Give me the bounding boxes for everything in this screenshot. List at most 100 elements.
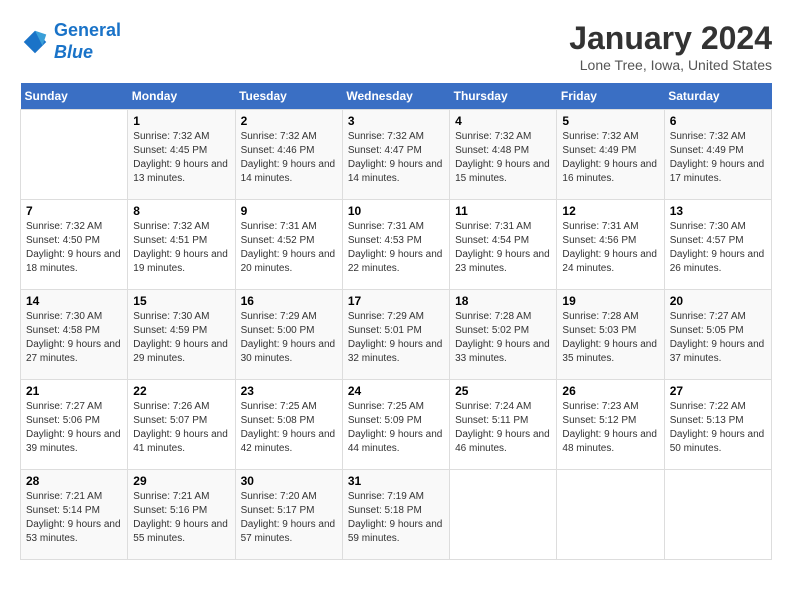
- sunrise-text: Sunrise: 7:21 AM: [133, 490, 229, 504]
- daylight-text: Daylight: 9 hours and 27 minutes.: [26, 338, 122, 366]
- day-number: 11: [455, 204, 551, 218]
- sunrise-text: Sunrise: 7:19 AM: [348, 490, 444, 504]
- calendar-cell: [557, 470, 664, 560]
- daylight-text: Daylight: 9 hours and 37 minutes.: [670, 338, 766, 366]
- day-number: 22: [133, 384, 229, 398]
- sunset-text: Sunset: 5:13 PM: [670, 414, 766, 428]
- day-info: Sunrise: 7:30 AM Sunset: 4:58 PM Dayligh…: [26, 310, 122, 366]
- weekday-header-monday: Monday: [128, 83, 235, 110]
- sunrise-text: Sunrise: 7:32 AM: [455, 130, 551, 144]
- day-info: Sunrise: 7:26 AM Sunset: 5:07 PM Dayligh…: [133, 400, 229, 456]
- day-info: Sunrise: 7:21 AM Sunset: 5:14 PM Dayligh…: [26, 490, 122, 546]
- sunrise-text: Sunrise: 7:26 AM: [133, 400, 229, 414]
- calendar-cell: 15 Sunrise: 7:30 AM Sunset: 4:59 PM Dayl…: [128, 290, 235, 380]
- day-info: Sunrise: 7:30 AM Sunset: 4:59 PM Dayligh…: [133, 310, 229, 366]
- logo-text: General Blue: [54, 20, 121, 63]
- day-number: 3: [348, 114, 444, 128]
- day-number: 29: [133, 474, 229, 488]
- day-number: 8: [133, 204, 229, 218]
- calendar-table: SundayMondayTuesdayWednesdayThursdayFrid…: [20, 83, 772, 560]
- day-number: 31: [348, 474, 444, 488]
- calendar-cell: 10 Sunrise: 7:31 AM Sunset: 4:53 PM Dayl…: [342, 200, 449, 290]
- sunset-text: Sunset: 5:00 PM: [241, 324, 337, 338]
- sunset-text: Sunset: 4:49 PM: [670, 144, 766, 158]
- sunset-text: Sunset: 4:52 PM: [241, 234, 337, 248]
- logo-line1: General: [54, 20, 121, 40]
- daylight-text: Daylight: 9 hours and 53 minutes.: [26, 518, 122, 546]
- calendar-cell: 8 Sunrise: 7:32 AM Sunset: 4:51 PM Dayli…: [128, 200, 235, 290]
- calendar-cell: 25 Sunrise: 7:24 AM Sunset: 5:11 PM Dayl…: [450, 380, 557, 470]
- sunset-text: Sunset: 5:06 PM: [26, 414, 122, 428]
- day-info: Sunrise: 7:32 AM Sunset: 4:50 PM Dayligh…: [26, 220, 122, 276]
- sunset-text: Sunset: 5:12 PM: [562, 414, 658, 428]
- sunrise-text: Sunrise: 7:30 AM: [26, 310, 122, 324]
- daylight-text: Daylight: 9 hours and 48 minutes.: [562, 428, 658, 456]
- calendar-cell: 17 Sunrise: 7:29 AM Sunset: 5:01 PM Dayl…: [342, 290, 449, 380]
- sunrise-text: Sunrise: 7:28 AM: [562, 310, 658, 324]
- weekday-header-thursday: Thursday: [450, 83, 557, 110]
- calendar-cell: 7 Sunrise: 7:32 AM Sunset: 4:50 PM Dayli…: [21, 200, 128, 290]
- calendar-cell: 16 Sunrise: 7:29 AM Sunset: 5:00 PM Dayl…: [235, 290, 342, 380]
- calendar-cell: 31 Sunrise: 7:19 AM Sunset: 5:18 PM Dayl…: [342, 470, 449, 560]
- logo-icon: [20, 27, 50, 57]
- daylight-text: Daylight: 9 hours and 23 minutes.: [455, 248, 551, 276]
- daylight-text: Daylight: 9 hours and 26 minutes.: [670, 248, 766, 276]
- day-number: 25: [455, 384, 551, 398]
- day-number: 6: [670, 114, 766, 128]
- sunrise-text: Sunrise: 7:25 AM: [348, 400, 444, 414]
- day-number: 30: [241, 474, 337, 488]
- logo-line2: Blue: [54, 42, 93, 62]
- day-info: Sunrise: 7:27 AM Sunset: 5:06 PM Dayligh…: [26, 400, 122, 456]
- day-number: 1: [133, 114, 229, 128]
- daylight-text: Daylight: 9 hours and 35 minutes.: [562, 338, 658, 366]
- calendar-cell: 24 Sunrise: 7:25 AM Sunset: 5:09 PM Dayl…: [342, 380, 449, 470]
- calendar-cell: 22 Sunrise: 7:26 AM Sunset: 5:07 PM Dayl…: [128, 380, 235, 470]
- weekday-header-sunday: Sunday: [21, 83, 128, 110]
- calendar-cell: 12 Sunrise: 7:31 AM Sunset: 4:56 PM Dayl…: [557, 200, 664, 290]
- day-number: 26: [562, 384, 658, 398]
- day-info: Sunrise: 7:20 AM Sunset: 5:17 PM Dayligh…: [241, 490, 337, 546]
- logo: General Blue: [20, 20, 121, 63]
- daylight-text: Daylight: 9 hours and 20 minutes.: [241, 248, 337, 276]
- daylight-text: Daylight: 9 hours and 32 minutes.: [348, 338, 444, 366]
- calendar-cell: 11 Sunrise: 7:31 AM Sunset: 4:54 PM Dayl…: [450, 200, 557, 290]
- calendar-cell: 29 Sunrise: 7:21 AM Sunset: 5:16 PM Dayl…: [128, 470, 235, 560]
- daylight-text: Daylight: 9 hours and 33 minutes.: [455, 338, 551, 366]
- sunrise-text: Sunrise: 7:29 AM: [348, 310, 444, 324]
- sunrise-text: Sunrise: 7:32 AM: [562, 130, 658, 144]
- day-number: 7: [26, 204, 122, 218]
- day-number: 24: [348, 384, 444, 398]
- day-info: Sunrise: 7:23 AM Sunset: 5:12 PM Dayligh…: [562, 400, 658, 456]
- sunset-text: Sunset: 4:47 PM: [348, 144, 444, 158]
- sunrise-text: Sunrise: 7:20 AM: [241, 490, 337, 504]
- sunset-text: Sunset: 5:18 PM: [348, 504, 444, 518]
- sunrise-text: Sunrise: 7:25 AM: [241, 400, 337, 414]
- day-info: Sunrise: 7:32 AM Sunset: 4:49 PM Dayligh…: [562, 130, 658, 186]
- daylight-text: Daylight: 9 hours and 19 minutes.: [133, 248, 229, 276]
- sunrise-text: Sunrise: 7:32 AM: [133, 130, 229, 144]
- sunrise-text: Sunrise: 7:32 AM: [133, 220, 229, 234]
- day-number: 9: [241, 204, 337, 218]
- sunset-text: Sunset: 5:14 PM: [26, 504, 122, 518]
- sunset-text: Sunset: 5:05 PM: [670, 324, 766, 338]
- day-number: 12: [562, 204, 658, 218]
- day-number: 14: [26, 294, 122, 308]
- day-info: Sunrise: 7:29 AM Sunset: 5:00 PM Dayligh…: [241, 310, 337, 366]
- day-info: Sunrise: 7:32 AM Sunset: 4:51 PM Dayligh…: [133, 220, 229, 276]
- sunrise-text: Sunrise: 7:27 AM: [26, 400, 122, 414]
- week-row-4: 21 Sunrise: 7:27 AM Sunset: 5:06 PM Dayl…: [21, 380, 772, 470]
- daylight-text: Daylight: 9 hours and 14 minutes.: [348, 158, 444, 186]
- month-title: January 2024: [569, 20, 772, 57]
- day-number: 28: [26, 474, 122, 488]
- weekday-header-friday: Friday: [557, 83, 664, 110]
- calendar-cell: 2 Sunrise: 7:32 AM Sunset: 4:46 PM Dayli…: [235, 110, 342, 200]
- daylight-text: Daylight: 9 hours and 14 minutes.: [241, 158, 337, 186]
- sunset-text: Sunset: 4:45 PM: [133, 144, 229, 158]
- week-row-3: 14 Sunrise: 7:30 AM Sunset: 4:58 PM Dayl…: [21, 290, 772, 380]
- day-info: Sunrise: 7:28 AM Sunset: 5:02 PM Dayligh…: [455, 310, 551, 366]
- day-info: Sunrise: 7:29 AM Sunset: 5:01 PM Dayligh…: [348, 310, 444, 366]
- sunset-text: Sunset: 4:58 PM: [26, 324, 122, 338]
- sunset-text: Sunset: 4:48 PM: [455, 144, 551, 158]
- daylight-text: Daylight: 9 hours and 50 minutes.: [670, 428, 766, 456]
- sunset-text: Sunset: 4:54 PM: [455, 234, 551, 248]
